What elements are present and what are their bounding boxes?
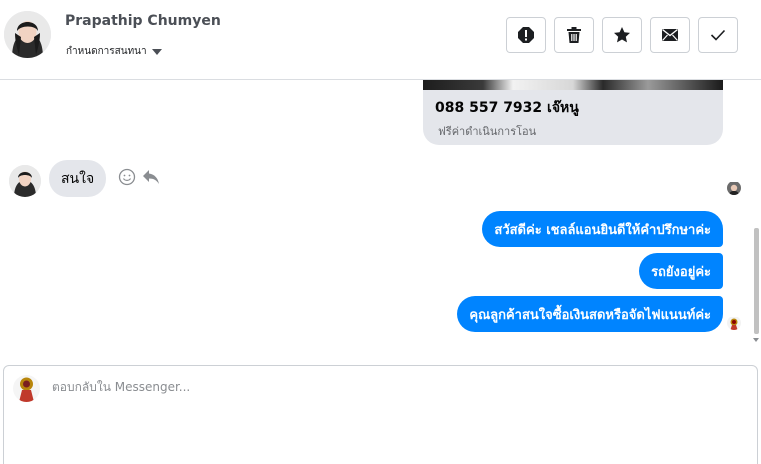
trash-icon [567,27,581,43]
chevron-down-icon [151,48,162,55]
mark-spam-button[interactable] [506,17,546,53]
contact-name[interactable]: Prapathip Chumyen [65,13,221,29]
header-actions [506,17,738,53]
reply-icon[interactable] [142,169,160,185]
shared-listing-card[interactable]: 088 557 7932 เจ๊หนู ฟรีค่าดำเนินการโอน [423,80,723,145]
outgoing-message[interactable]: รถยังอยู่ค่ะ [639,253,723,289]
star-button[interactable] [602,17,642,53]
thread-scrollbar[interactable] [751,80,761,352]
message-thread[interactable]: 088 557 7932 เจ๊หนู ฟรีค่าดำเนินการโอน ส… [0,80,761,352]
check-icon [710,29,726,41]
outgoing-message[interactable]: คุณลูกค้าสนใจซื้อเงินสดหรือจัดไฟแนนท์ค่ะ [457,296,723,332]
contact-message-avatar[interactable] [9,165,41,197]
seen-indicator-avatar [727,181,741,195]
listing-subtitle: ฟรีค่าดำเนินการโอน [438,125,537,138]
outgoing-message[interactable]: สวัสดีค่ะ เชลล์แอนยินดีให้คำปรึกษาค่ะ [482,211,723,247]
alert-icon [518,27,534,43]
envelope-icon [662,28,678,41]
scroll-down-arrow-icon[interactable] [753,338,759,342]
listing-image [423,80,723,90]
listing-title: 088 557 7932 เจ๊หนู [435,100,579,116]
page-avatar [13,375,40,402]
incoming-message[interactable]: สนใจ [49,160,107,197]
message-actions [118,168,160,186]
reply-input[interactable] [52,380,732,394]
conversation-header: Prapathip Chumyen กำหนดการสนทนา [0,0,761,80]
conversation-status-dropdown[interactable]: กำหนดการสนทนา [66,44,162,59]
mark-done-button[interactable] [698,17,738,53]
star-icon [614,27,630,43]
scrollbar-thumb[interactable] [754,228,759,334]
mark-unread-button[interactable] [650,17,690,53]
delete-button[interactable] [554,17,594,53]
reply-composer[interactable] [3,365,758,464]
smiley-icon[interactable] [118,168,136,186]
sender-avatar [727,316,741,330]
conversation-status-label: กำหนดการสนทนา [66,46,147,57]
contact-avatar[interactable] [4,11,51,58]
